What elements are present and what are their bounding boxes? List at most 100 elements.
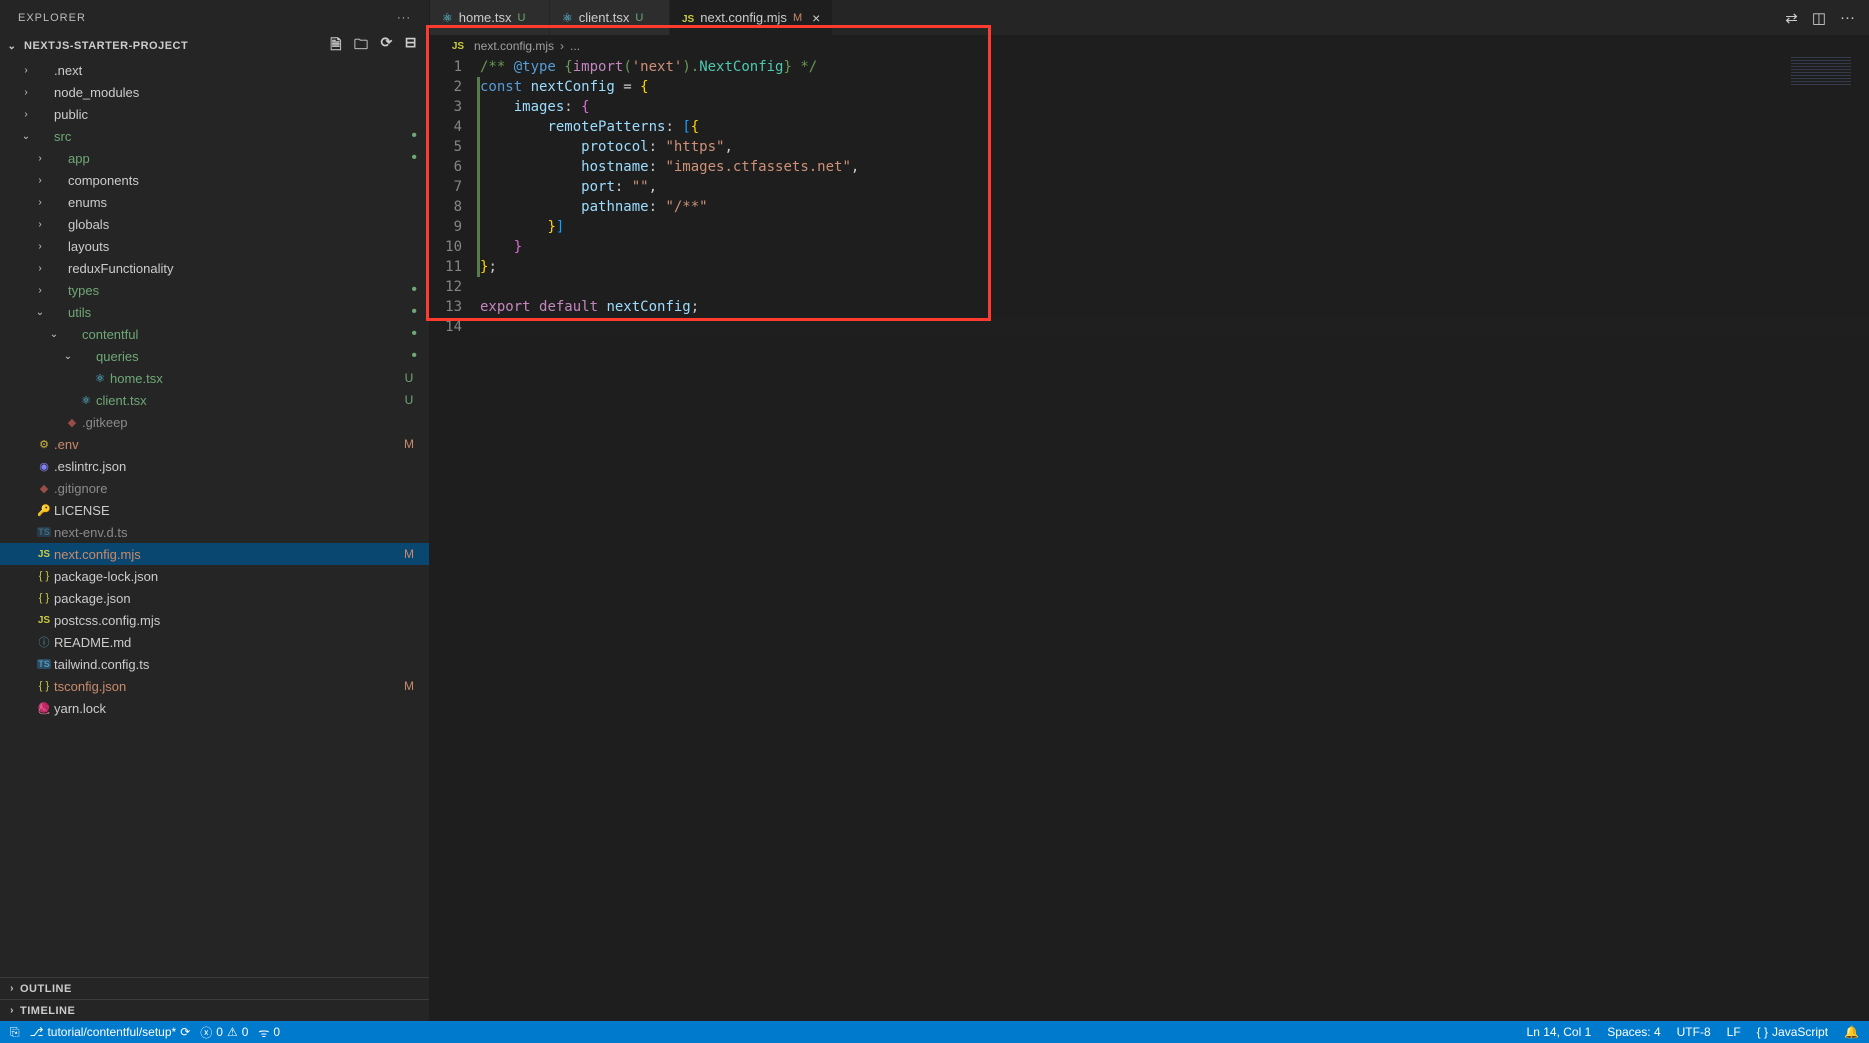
chevron-right-icon: › — [4, 1005, 20, 1016]
file-type-icon: JS — [34, 549, 54, 560]
status-encoding[interactable]: UTF-8 — [1677, 1025, 1711, 1039]
file-item[interactable]: TStailwind.config.ts — [0, 653, 429, 675]
folder-item[interactable]: ⌄queries• — [0, 345, 429, 367]
file-type-icon: JS — [34, 615, 54, 626]
new-folder-icon[interactable]: 🗀 — [354, 34, 369, 58]
file-item[interactable]: { }tsconfig.jsonM — [0, 675, 429, 697]
file-type-icon: { } — [34, 570, 54, 582]
folder-item[interactable]: ⌄contentful• — [0, 323, 429, 345]
split-editor-icon[interactable]: ◫ — [1812, 9, 1826, 27]
file-tree: ›.next›node_modules›public⌄src•›app•›com… — [0, 57, 429, 977]
line-number[interactable]: 7 — [430, 177, 480, 197]
branch-icon: ⎇ — [30, 1025, 44, 1039]
line-number[interactable]: 3 — [430, 97, 480, 117]
file-type-icon: { } — [34, 592, 54, 604]
folder-item[interactable]: ›node_modules — [0, 81, 429, 103]
line-number[interactable]: 11 — [430, 257, 480, 277]
chevron-right-icon: › — [32, 175, 48, 186]
line-number[interactable]: 5 — [430, 137, 480, 157]
folder-item[interactable]: ›.next — [0, 59, 429, 81]
project-header[interactable]: ⌄ NEXTJS-STARTER-PROJECT 🗎 🗀 ⟳ ⊟ — [0, 35, 429, 57]
tree-item-label: queries — [96, 349, 411, 364]
status-remote-icon[interactable]: ⎘ — [10, 1025, 20, 1040]
file-item[interactable]: { }package.json — [0, 587, 429, 609]
file-item[interactable]: JSpostcss.config.mjs — [0, 609, 429, 631]
file-item[interactable]: JSnext.config.mjsM — [0, 543, 429, 565]
timeline-panel[interactable]: › TIMELINE — [0, 999, 429, 1021]
file-item[interactable]: ⓘREADME.md — [0, 631, 429, 653]
tab-label: client.tsx — [579, 10, 630, 25]
tree-item-label: app — [68, 151, 411, 166]
close-tab-icon[interactable]: × — [812, 10, 820, 26]
line-number[interactable]: 10 — [430, 237, 480, 257]
folder-item[interactable]: ›types• — [0, 279, 429, 301]
line-number[interactable]: 13 — [430, 297, 462, 317]
tree-item-label: tsconfig.json — [54, 679, 401, 694]
refresh-icon[interactable]: ⟳ — [381, 34, 393, 58]
file-item[interactable]: TSnext-env.d.ts — [0, 521, 429, 543]
status-ports[interactable]: ᯤ0 — [258, 1024, 280, 1041]
folder-item[interactable]: ⌄src• — [0, 125, 429, 147]
editor-actions: ⇄ ◫ ··· — [1785, 0, 1869, 35]
status-branch[interactable]: ⎇ tutorial/contentful/setup* ⟳ — [30, 1025, 191, 1039]
code-content[interactable]: /** @type {import('next').NextConfig} */… — [480, 57, 1869, 337]
line-number[interactable]: 12 — [430, 277, 462, 297]
outline-panel[interactable]: › OUTLINE — [0, 977, 429, 999]
status-language[interactable]: { } JavaScript — [1757, 1025, 1828, 1039]
editor-tab[interactable]: ⚛home.tsxU — [430, 0, 550, 35]
file-type-icon: ◆ — [34, 482, 54, 495]
status-eol[interactable]: LF — [1727, 1025, 1741, 1039]
tree-item-label: yarn.lock — [54, 701, 417, 716]
minimap[interactable] — [1791, 57, 1851, 87]
line-number[interactable]: 4 — [430, 117, 480, 137]
new-file-icon[interactable]: 🗎 — [330, 34, 342, 58]
folder-item[interactable]: ›globals — [0, 213, 429, 235]
line-number[interactable]: 1 — [430, 57, 462, 77]
file-type-icon: ⚛ — [76, 394, 96, 407]
tree-item-label: node_modules — [54, 85, 417, 100]
folder-item[interactable]: ⌄utils• — [0, 301, 429, 323]
line-number[interactable]: 14 — [430, 317, 462, 337]
file-item[interactable]: { }package-lock.json — [0, 565, 429, 587]
chevron-right-icon: › — [32, 219, 48, 230]
line-number[interactable]: 2 — [430, 77, 480, 97]
js-icon: JS — [448, 41, 468, 52]
file-item[interactable]: ⚛client.tsxU — [0, 389, 429, 411]
tree-item-label: types — [68, 283, 411, 298]
folder-item[interactable]: ›components — [0, 169, 429, 191]
folder-item[interactable]: ›public — [0, 103, 429, 125]
file-type-icon: ◉ — [34, 460, 54, 473]
folder-item[interactable]: ›reduxFunctionality — [0, 257, 429, 279]
line-number[interactable]: 9 — [430, 217, 480, 237]
file-item[interactable]: ◆.gitkeep — [0, 411, 429, 433]
explorer-more-icon[interactable]: ··· — [397, 12, 411, 24]
chevron-right-icon: › — [32, 263, 48, 274]
status-problems[interactable]: ⓧ0 ⚠0 — [200, 1024, 248, 1041]
status-notifications-icon[interactable]: 🔔 — [1844, 1025, 1859, 1039]
editor-tab[interactable]: JSnext.config.mjsM× — [670, 0, 833, 35]
folder-item[interactable]: ›enums — [0, 191, 429, 213]
git-status-badge: M — [401, 679, 417, 693]
line-number[interactable]: 8 — [430, 197, 480, 217]
folder-item[interactable]: ›app• — [0, 147, 429, 169]
editor-tab[interactable]: ⚛client.tsxU — [550, 0, 670, 35]
editor-more-icon[interactable]: ··· — [1840, 9, 1855, 26]
breadcrumb[interactable]: JS next.config.mjs › ... — [430, 35, 1869, 57]
file-item[interactable]: ◉.eslintrc.json — [0, 455, 429, 477]
compare-changes-icon[interactable]: ⇄ — [1785, 9, 1798, 27]
file-item[interactable]: 🔑LICENSE — [0, 499, 429, 521]
line-gutter[interactable]: 1234567891011121314 — [430, 57, 480, 337]
file-type-icon: TS — [34, 527, 54, 537]
code-editor[interactable]: 1234567891011121314 /** @type {import('n… — [430, 57, 1869, 1021]
status-cursor[interactable]: Ln 14, Col 1 — [1527, 1025, 1592, 1039]
status-indent[interactable]: Spaces: 4 — [1607, 1025, 1660, 1039]
file-item[interactable]: ⚛home.tsxU — [0, 367, 429, 389]
folder-item[interactable]: ›layouts — [0, 235, 429, 257]
collapse-all-icon[interactable]: ⊟ — [405, 34, 417, 58]
file-type-icon: ⚙ — [34, 438, 54, 451]
file-item[interactable]: ◆.gitignore — [0, 477, 429, 499]
line-number[interactable]: 6 — [430, 157, 480, 177]
file-item[interactable]: 🧶yarn.lock — [0, 697, 429, 719]
tab-git-status: U — [518, 12, 526, 24]
file-item[interactable]: ⚙.envM — [0, 433, 429, 455]
